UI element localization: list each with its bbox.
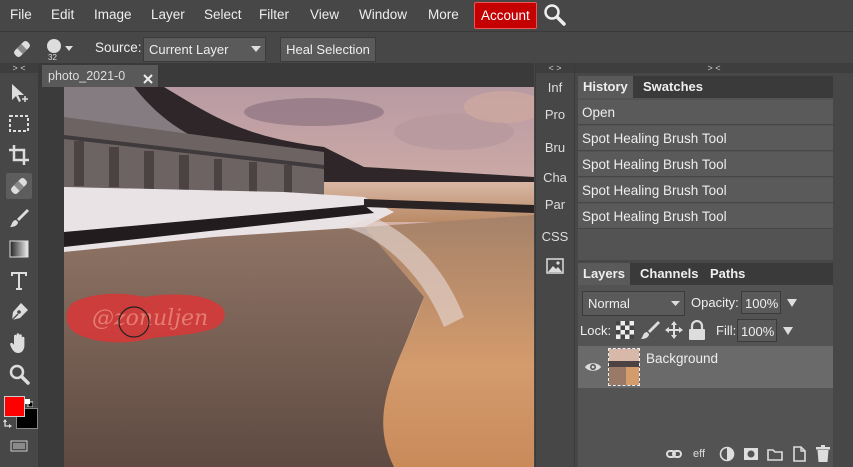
history-entry[interactable]: Spot Healing Brush Tool bbox=[578, 204, 833, 229]
spot-healing-tool-icon bbox=[10, 37, 34, 61]
layer-name: Background bbox=[646, 351, 719, 366]
history-tab-bar: History Swatches bbox=[578, 76, 833, 98]
layers-tab-bar: Layers Channels Paths bbox=[578, 263, 833, 285]
document-tab-title: photo_2021-0 bbox=[48, 69, 126, 83]
type-tool-icon[interactable] bbox=[6, 267, 32, 293]
mini-panel-collapse[interactable]: < > bbox=[536, 63, 574, 73]
heal-selection-button[interactable]: Heal Selection bbox=[280, 37, 376, 62]
toolbox: > < bbox=[0, 63, 39, 467]
right-panel-dock: > < History Swatches Open Spot Healing B… bbox=[575, 63, 853, 467]
foreground-color-swatch[interactable] bbox=[4, 396, 25, 417]
menu-edit[interactable]: Edit bbox=[51, 0, 74, 30]
mini-panel-css[interactable]: CSS bbox=[538, 225, 572, 249]
quick-mask-icon[interactable] bbox=[6, 433, 32, 459]
source-label: Source: bbox=[95, 40, 142, 55]
mini-panel-character[interactable]: Cha bbox=[538, 166, 572, 190]
tab-history[interactable]: History bbox=[578, 76, 633, 98]
adjustment-layer-icon[interactable] bbox=[719, 446, 735, 462]
mini-panel-properties[interactable]: Pro bbox=[538, 103, 572, 127]
mini-panel-brush[interactable]: Bru bbox=[538, 136, 572, 160]
layers-footer: eff bbox=[578, 443, 833, 467]
zoom-tool-icon[interactable] bbox=[6, 361, 32, 387]
options-bar: 32 Source: Current Layer Heal Selection bbox=[0, 31, 853, 66]
menu-file[interactable]: File bbox=[10, 0, 32, 30]
menu-bar: File Edit Image Layer Select Filter View… bbox=[0, 0, 853, 30]
mini-panel-dock: < > Inf Pro Bru Cha Par CSS bbox=[535, 63, 575, 467]
layer-mask-icon[interactable] bbox=[743, 446, 759, 462]
fill-dropdown-icon[interactable] bbox=[783, 324, 793, 335]
canvas-area[interactable]: @zonuljen bbox=[39, 87, 534, 467]
history-entry[interactable]: Spot Healing Brush Tool bbox=[578, 126, 833, 151]
brush-size-picker[interactable]: 32 bbox=[46, 36, 78, 64]
image-icon[interactable] bbox=[538, 254, 572, 278]
layer-row[interactable]: Background bbox=[578, 346, 833, 388]
chevron-down-icon bbox=[671, 301, 680, 306]
chevron-down-icon bbox=[251, 46, 261, 52]
menu-select[interactable]: Select bbox=[204, 0, 242, 30]
menu-filter[interactable]: Filter bbox=[259, 0, 289, 30]
account-button[interactable]: Account bbox=[474, 2, 537, 29]
default-colors-icon[interactable] bbox=[25, 395, 34, 408]
right-panel-collapse[interactable]: > < bbox=[575, 63, 853, 73]
source-value: Current Layer bbox=[149, 42, 229, 57]
menu-window[interactable]: Window bbox=[359, 0, 407, 30]
tab-paths[interactable]: Paths bbox=[705, 263, 750, 285]
link-layers-icon[interactable] bbox=[666, 447, 682, 461]
menu-layer[interactable]: Layer bbox=[151, 0, 185, 30]
hand-tool-icon[interactable] bbox=[6, 330, 32, 356]
crop-tool-icon[interactable] bbox=[6, 142, 32, 168]
new-layer-icon[interactable] bbox=[791, 446, 807, 462]
history-entry[interactable]: Spot Healing Brush Tool bbox=[578, 178, 833, 203]
swap-colors-icon[interactable] bbox=[3, 417, 13, 428]
marquee-tool-icon[interactable] bbox=[6, 111, 32, 137]
pen-tool-icon[interactable] bbox=[6, 299, 32, 325]
layer-thumbnail bbox=[608, 348, 640, 386]
document-tab-bar: photo_2021-0 bbox=[39, 63, 534, 87]
beach-photo[interactable]: @zonuljen bbox=[64, 87, 534, 467]
layer-effects-button[interactable]: eff bbox=[693, 448, 705, 460]
lock-pixels-brush-icon[interactable] bbox=[640, 320, 660, 340]
opacity-input[interactable]: 100% bbox=[741, 291, 781, 314]
watermark-text: @zonuljen bbox=[92, 306, 208, 331]
source-select[interactable]: Current Layer bbox=[143, 37, 266, 62]
brush-tool-icon[interactable] bbox=[6, 205, 32, 231]
lock-all-icon[interactable] bbox=[688, 319, 706, 340]
mini-panel-info[interactable]: Inf bbox=[538, 76, 572, 100]
color-swatches bbox=[3, 395, 38, 431]
trash-icon[interactable] bbox=[815, 445, 831, 463]
lock-label: Lock: bbox=[580, 323, 612, 338]
spot-healing-tool-button-icon[interactable] bbox=[6, 173, 32, 199]
tab-channels[interactable]: Channels bbox=[635, 263, 704, 285]
brush-size-value: 32 bbox=[48, 53, 57, 62]
close-icon[interactable] bbox=[142, 70, 154, 84]
history-entry[interactable]: Spot Healing Brush Tool bbox=[578, 152, 833, 177]
opacity-label: Opacity: bbox=[691, 295, 739, 310]
gradient-tool-icon[interactable] bbox=[6, 236, 32, 262]
fill-label: Fill: bbox=[716, 323, 737, 338]
search-icon[interactable] bbox=[543, 3, 567, 27]
toolbox-collapse[interactable]: > < bbox=[0, 63, 38, 73]
menu-view[interactable]: View bbox=[310, 0, 339, 30]
eye-icon[interactable] bbox=[584, 358, 602, 376]
menu-image[interactable]: Image bbox=[94, 0, 132, 30]
mini-panel-paragraph[interactable]: Par bbox=[538, 193, 572, 217]
tab-swatches[interactable]: Swatches bbox=[638, 76, 708, 98]
tab-layers[interactable]: Layers bbox=[578, 263, 630, 285]
lock-transparency-icon[interactable] bbox=[616, 321, 634, 339]
menu-more[interactable]: More bbox=[428, 0, 459, 30]
opacity-dropdown-icon[interactable] bbox=[787, 296, 797, 307]
new-group-folder-icon[interactable] bbox=[767, 446, 783, 462]
blend-mode-value: Normal bbox=[588, 296, 630, 311]
lock-position-move-icon[interactable] bbox=[664, 320, 684, 340]
blend-mode-select[interactable]: Normal bbox=[582, 291, 685, 316]
history-entry[interactable]: Open bbox=[578, 100, 833, 125]
move-tool-icon[interactable] bbox=[6, 80, 32, 106]
document-tab[interactable]: photo_2021-0 bbox=[42, 65, 158, 87]
fill-input[interactable]: 100% bbox=[737, 319, 777, 342]
